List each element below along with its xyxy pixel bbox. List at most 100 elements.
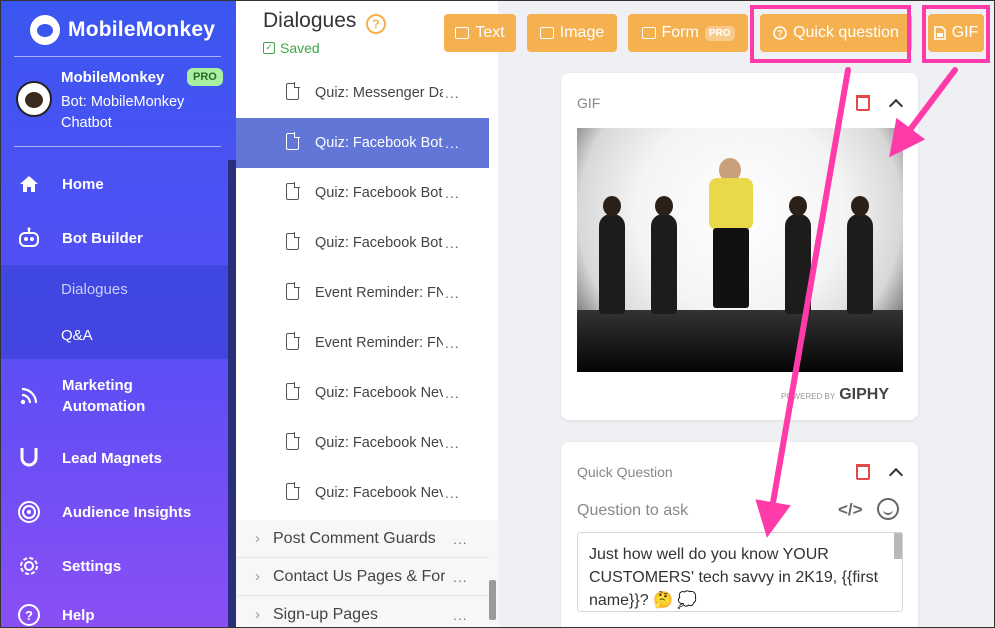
more-options-icon[interactable]: ...: [445, 385, 460, 401]
dialogue-row[interactable]: Quiz: Facebook Nev...: [236, 368, 489, 418]
document-icon: [286, 282, 300, 300]
chevron-up-icon[interactable]: [888, 467, 904, 483]
page-title: Dialogues: [263, 9, 357, 32]
dialogue-label: Event Reminder: FN: [315, 285, 443, 301]
more-options-icon[interactable]: ...: [453, 607, 468, 623]
dialogue-row[interactable]: Quiz: Facebook Bot...: [236, 218, 489, 268]
dialogue-row[interactable]: Quiz: Facebook Nev...: [236, 468, 489, 518]
add-image-button[interactable]: Image: [527, 14, 617, 52]
text-block-icon: [455, 27, 470, 39]
bot-selector[interactable]: MobileMonkey PRO Bot: MobileMonkey Chatb…: [14, 66, 226, 136]
nav-audience-insights[interactable]: Audience Insights: [0, 501, 228, 523]
robot-icon: [17, 226, 41, 250]
svg-text:?: ?: [25, 608, 33, 623]
nav-home-label: Home: [62, 175, 104, 193]
gif-dancer: [847, 196, 873, 314]
dialogue-row[interactable]: Quiz: Facebook Bot...: [236, 118, 489, 168]
brand-name: MobileMonkey: [68, 18, 216, 41]
bot-avatar: [16, 81, 52, 117]
sidebar: MobileMonkey MobileMonkey PRO Bot: Mobil…: [0, 0, 236, 628]
add-text-button[interactable]: Text: [444, 14, 516, 52]
dialogue-label: Quiz: Facebook Nev: [315, 435, 443, 451]
dialogue-label: Quiz: Facebook Bot: [315, 185, 443, 201]
help-icon[interactable]: ?: [366, 14, 386, 34]
more-options-icon[interactable]: ...: [453, 531, 468, 547]
help-circle-icon: ?: [17, 603, 41, 627]
giphy-attribution: POWERED BY GIPHY: [781, 386, 889, 404]
nav-marketing-automation[interactable]: Marketing Automation: [0, 374, 228, 418]
more-options-icon[interactable]: ...: [445, 285, 460, 301]
chevron-up-icon[interactable]: [888, 98, 904, 114]
dialogue-row[interactable]: Event Reminder: FN...: [236, 268, 489, 318]
nav-home[interactable]: Home: [0, 173, 228, 195]
nav-bot-builder-label: Bot Builder: [62, 229, 143, 247]
trash-icon[interactable]: [856, 464, 870, 480]
dialogue-row[interactable]: Quiz: Facebook Bot...: [236, 168, 489, 218]
form-icon: [641, 27, 656, 39]
add-form-button[interactable]: Form PRO: [628, 14, 748, 52]
trash-icon[interactable]: [856, 95, 870, 111]
nav-bot-builder[interactable]: Bot Builder: [0, 227, 228, 249]
dialogue-row[interactable]: Quiz: Facebook Nev...: [236, 418, 489, 468]
gif-dancer: [599, 196, 625, 314]
sidebar-scrollbar[interactable]: [228, 160, 236, 628]
dialogue-label: Quiz: Facebook Bot: [315, 235, 443, 251]
gif-lead-dancer: [705, 158, 757, 308]
gif-dancer: [651, 196, 677, 314]
nav-help-label: Help: [62, 606, 95, 624]
bot-name: Bot: MobileMonkey Chatbot: [61, 94, 185, 131]
document-icon: [286, 332, 300, 350]
dialogue-label: Quiz: Facebook Bot: [315, 135, 443, 151]
more-options-icon[interactable]: ...: [445, 85, 460, 101]
dialogue-list-panel: Dialogues ? ✓ Saved Quiz: Messenger Da..…: [236, 0, 498, 628]
document-icon: [286, 132, 300, 150]
code-icon[interactable]: </>: [838, 500, 863, 520]
more-options-icon[interactable]: ...: [445, 185, 460, 201]
gif-card-label: GIF: [577, 95, 601, 111]
document-icon: [286, 382, 300, 400]
folder-row[interactable]: › Sign-up Pages ...: [236, 596, 489, 628]
dialogue-row[interactable]: Quiz: Messenger Da...: [236, 68, 489, 118]
magnet-icon: [17, 446, 41, 470]
gif-preview: [577, 128, 903, 372]
emoji-smile-icon[interactable]: [877, 498, 899, 520]
question-text: Just how well do you know YOUR CUSTOMERS…: [589, 546, 879, 609]
dialogue-row[interactable]: Event Reminder: FN...: [236, 318, 489, 368]
dialogue-label: Quiz: Facebook Nev: [315, 385, 443, 401]
gear-icon: [17, 554, 41, 578]
target-icon: [17, 500, 41, 524]
document-icon: [286, 482, 300, 500]
brand[interactable]: MobileMonkey: [30, 12, 215, 48]
pro-badge: PRO: [704, 25, 735, 41]
add-form-label: Form: [661, 24, 699, 41]
nav-settings[interactable]: Settings: [0, 555, 228, 577]
nav-dialogues[interactable]: Dialogues: [61, 281, 128, 298]
nav-help[interactable]: ? Help: [0, 604, 228, 626]
chevron-right-icon: ›: [255, 530, 260, 547]
more-options-icon[interactable]: ...: [445, 235, 460, 251]
folder-row[interactable]: › Contact Us Pages & Forr ...: [236, 558, 489, 596]
folder-label: Sign-up Pages: [273, 605, 378, 623]
more-options-icon[interactable]: ...: [445, 135, 460, 151]
nav-qa[interactable]: Q&A: [61, 327, 93, 344]
question-input[interactable]: Just how well do you know YOUR CUSTOMERS…: [577, 532, 903, 612]
dialogue-label: Quiz: Messenger Da: [315, 85, 443, 101]
question-scrollbar[interactable]: [894, 533, 902, 559]
quick-question-card-label: Quick Question: [577, 464, 673, 480]
check-icon: ✓: [263, 42, 275, 54]
monkey-logo-icon: [30, 15, 60, 45]
add-image-label: Image: [559, 24, 605, 41]
more-options-icon[interactable]: ...: [445, 435, 460, 451]
more-options-icon[interactable]: ...: [445, 335, 460, 351]
list-scrollbar[interactable]: [489, 580, 496, 620]
more-options-icon[interactable]: ...: [453, 569, 468, 585]
saved-label: Saved: [280, 40, 320, 56]
more-options-icon[interactable]: ...: [445, 485, 460, 501]
saved-status: ✓ Saved: [263, 40, 320, 56]
folder-label: Contact Us Pages & Forr: [273, 567, 445, 585]
powered-by-label: POWERED BY: [781, 392, 836, 401]
org-name: MobileMonkey: [61, 69, 165, 86]
home-icon: [17, 172, 41, 196]
folder-row[interactable]: › Post Comment Guards ...: [236, 520, 489, 558]
nav-lead-magnets[interactable]: Lead Magnets: [0, 447, 228, 469]
